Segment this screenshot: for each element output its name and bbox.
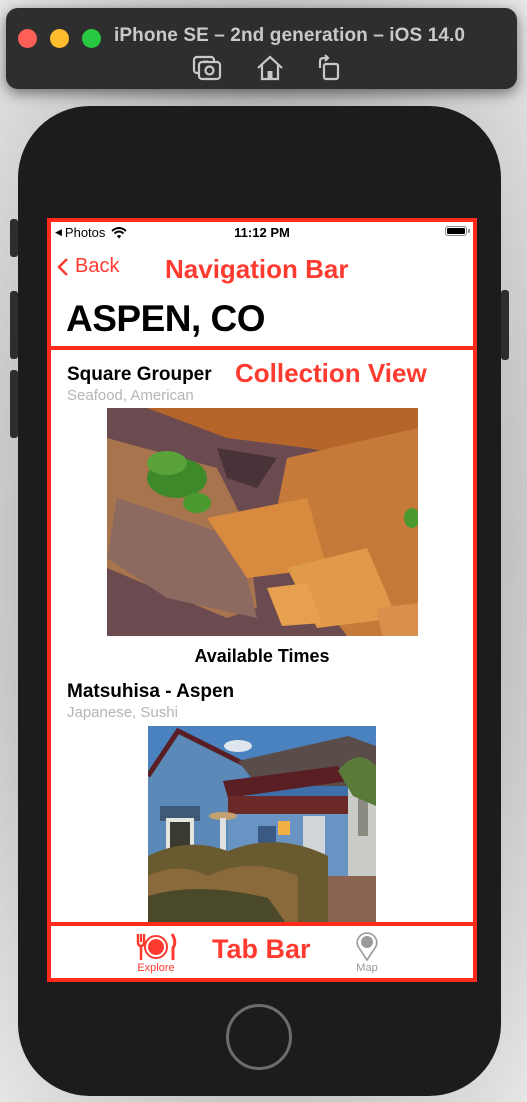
navigation-bar-annotation: Navigation Bar <box>165 254 349 284</box>
zoom-window-button[interactable] <box>82 29 101 48</box>
tab-map[interactable]: Map <box>337 932 397 974</box>
map-pin-icon <box>356 932 378 962</box>
window-title: iPhone SE – 2nd generation – iOS 14.0 <box>114 25 466 46</box>
chevron-left-icon <box>57 257 69 277</box>
screenshot-icon[interactable] <box>192 54 222 82</box>
status-bar: ◀ Photos 11:12 PM <box>47 218 477 246</box>
home-button[interactable] <box>226 1004 292 1070</box>
available-times-button[interactable]: Available Times <box>47 646 477 667</box>
tab-explore[interactable]: Explore <box>126 932 186 974</box>
simulator-titlebar: iPhone SE – 2nd generation – iOS 14.0 <box>6 8 517 89</box>
collection-view-annotation: Collection View <box>235 358 427 388</box>
rotate-icon[interactable] <box>314 54 344 82</box>
restaurant-house-photo[interactable] <box>148 726 376 926</box>
status-time: 11:12 PM <box>234 225 290 240</box>
tab-bar: Explore Tab Bar Map <box>47 926 477 982</box>
restaurant-cuisine: Japanese, Sushi <box>67 704 178 721</box>
ribs-photo[interactable] <box>107 408 418 636</box>
plate-utensils-icon <box>135 932 177 962</box>
minimize-window-button[interactable] <box>50 29 69 48</box>
volume-down-button[interactable] <box>10 370 18 438</box>
volume-up-button[interactable] <box>10 291 18 359</box>
back-label: Back <box>75 255 120 277</box>
restaurant-name[interactable]: Square Grouper <box>67 364 212 386</box>
page-title: ASPEN, CO <box>66 298 266 339</box>
battery-icon <box>445 226 470 236</box>
mute-switch[interactable] <box>10 219 18 257</box>
back-button[interactable]: Back <box>57 255 119 278</box>
restaurant-name[interactable]: Matsuhisa - Aspen <box>67 681 234 703</box>
close-window-button[interactable] <box>18 29 37 48</box>
tab-label: Map <box>356 962 378 974</box>
power-button[interactable] <box>501 290 509 360</box>
restaurant-cuisine: Seafood, American <box>67 387 194 404</box>
app-screen: ◀ Photos 11:12 PM Back Navigation Bar AS… <box>47 218 477 982</box>
tab-label: Explore <box>137 962 175 974</box>
home-icon[interactable] <box>255 54 285 82</box>
tab-bar-annotation: Tab Bar <box>212 934 311 964</box>
